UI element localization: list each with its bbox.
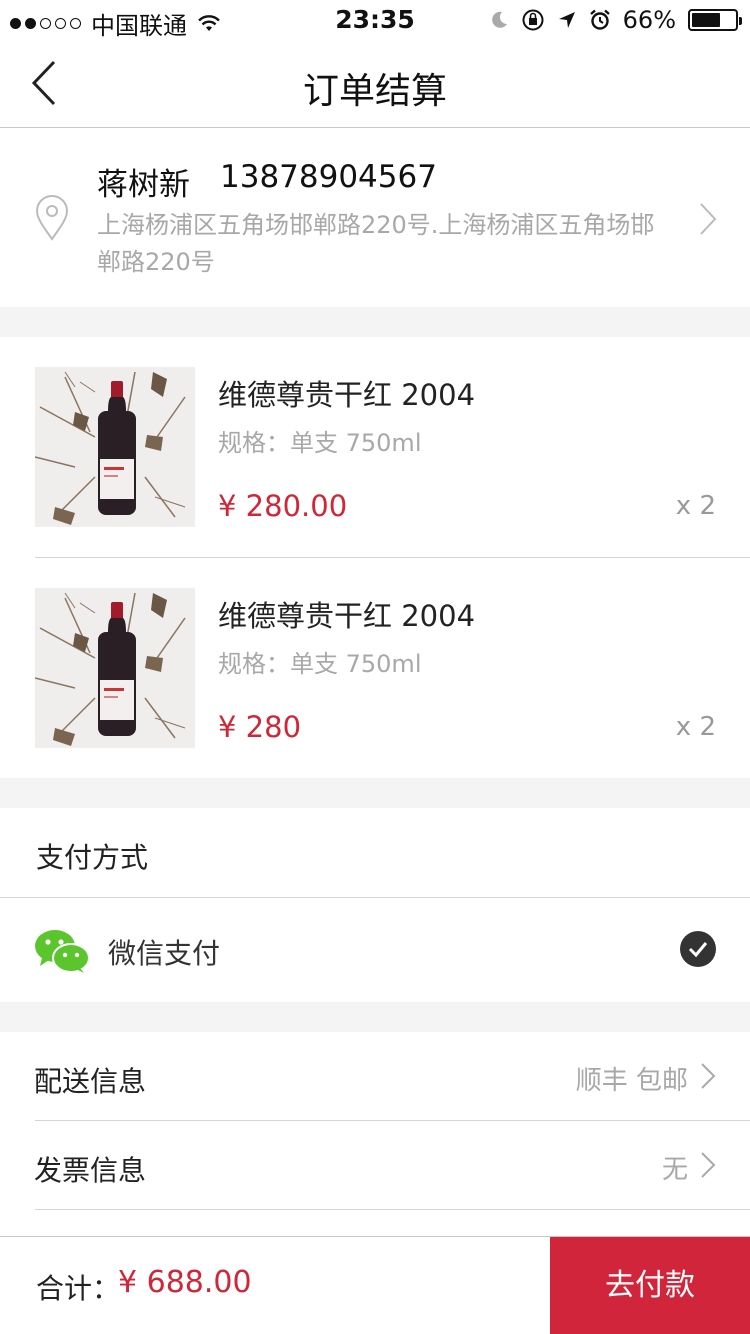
battery-percent: 66%	[622, 6, 676, 34]
delivery-label: 配送信息	[34, 1065, 147, 1098]
payment-method-label: 微信支付	[108, 937, 221, 970]
recipient-name: 蒋树新	[97, 167, 190, 203]
section-gap	[0, 307, 750, 337]
product-spec: 规格：单支 750ml	[218, 650, 422, 678]
divider	[35, 1209, 750, 1210]
section-gap	[0, 1002, 750, 1032]
nav-bar: 订单结算	[0, 40, 750, 128]
delivery-value: 顺丰 包邮	[575, 1066, 688, 1096]
delivery-info-row[interactable]: 配送信息 顺丰 包邮	[0, 1032, 750, 1120]
invoice-info-row[interactable]: 发票信息 无	[0, 1121, 750, 1209]
section-gap	[0, 778, 750, 808]
total-label: 合计：	[36, 1272, 121, 1305]
product-price: ¥ 280	[218, 710, 302, 744]
total-amount: ¥ 688.00	[118, 1265, 252, 1300]
product-image	[35, 367, 195, 527]
product-name: 维德尊贵干红 2004	[218, 378, 476, 412]
pay-button[interactable]: 去付款	[550, 1237, 750, 1334]
moon-icon	[491, 11, 507, 28]
payment-section-title: 支付方式	[36, 841, 149, 874]
status-bar: 中国联通 23:35 66%	[0, 0, 750, 40]
battery-icon	[688, 9, 742, 31]
address-detail: 上海杨浦区五角场邯郸路220号.上海杨浦区五角场邯郸路220号	[97, 211, 655, 276]
address-card[interactable]: 蒋树新 13878904567 上海杨浦区五角场邯郸路220号.上海杨浦区五角场…	[0, 129, 750, 307]
product-item[interactable]: 维德尊贵干红 2004 规格：单支 750ml ¥ 280 x 2	[0, 588, 750, 808]
chevron-right-icon	[700, 203, 717, 235]
page-title: 订单结算	[302, 71, 447, 112]
product-spec: 规格：单支 750ml	[218, 429, 422, 457]
invoice-label: 发票信息	[34, 1154, 147, 1187]
rotation-lock-icon	[522, 9, 544, 31]
wechat-icon	[35, 930, 90, 973]
location-arrow-icon	[558, 12, 575, 28]
product-quantity: x 2	[675, 491, 716, 521]
checkout-footer: 合计： ¥ 688.00 去付款	[0, 1236, 750, 1334]
product-item[interactable]: 维德尊贵干红 2004 规格：单支 750ml ¥ 280.00 x 2	[0, 367, 750, 587]
chevron-right-icon	[701, 1152, 716, 1178]
product-name: 维德尊贵干红 2004	[218, 599, 476, 633]
product-quantity: x 2	[675, 712, 716, 742]
selected-check-icon	[680, 931, 716, 967]
chevron-right-icon	[701, 1063, 716, 1089]
location-pin-icon	[35, 195, 69, 241]
alarm-icon	[589, 9, 610, 30]
payment-option-wechat[interactable]: 微信支付	[0, 898, 750, 1002]
divider	[35, 557, 750, 558]
invoice-value: 无	[661, 1155, 688, 1185]
product-image	[35, 588, 195, 748]
recipient-phone: 13878904567	[220, 159, 437, 195]
product-price: ¥ 280.00	[218, 489, 348, 523]
